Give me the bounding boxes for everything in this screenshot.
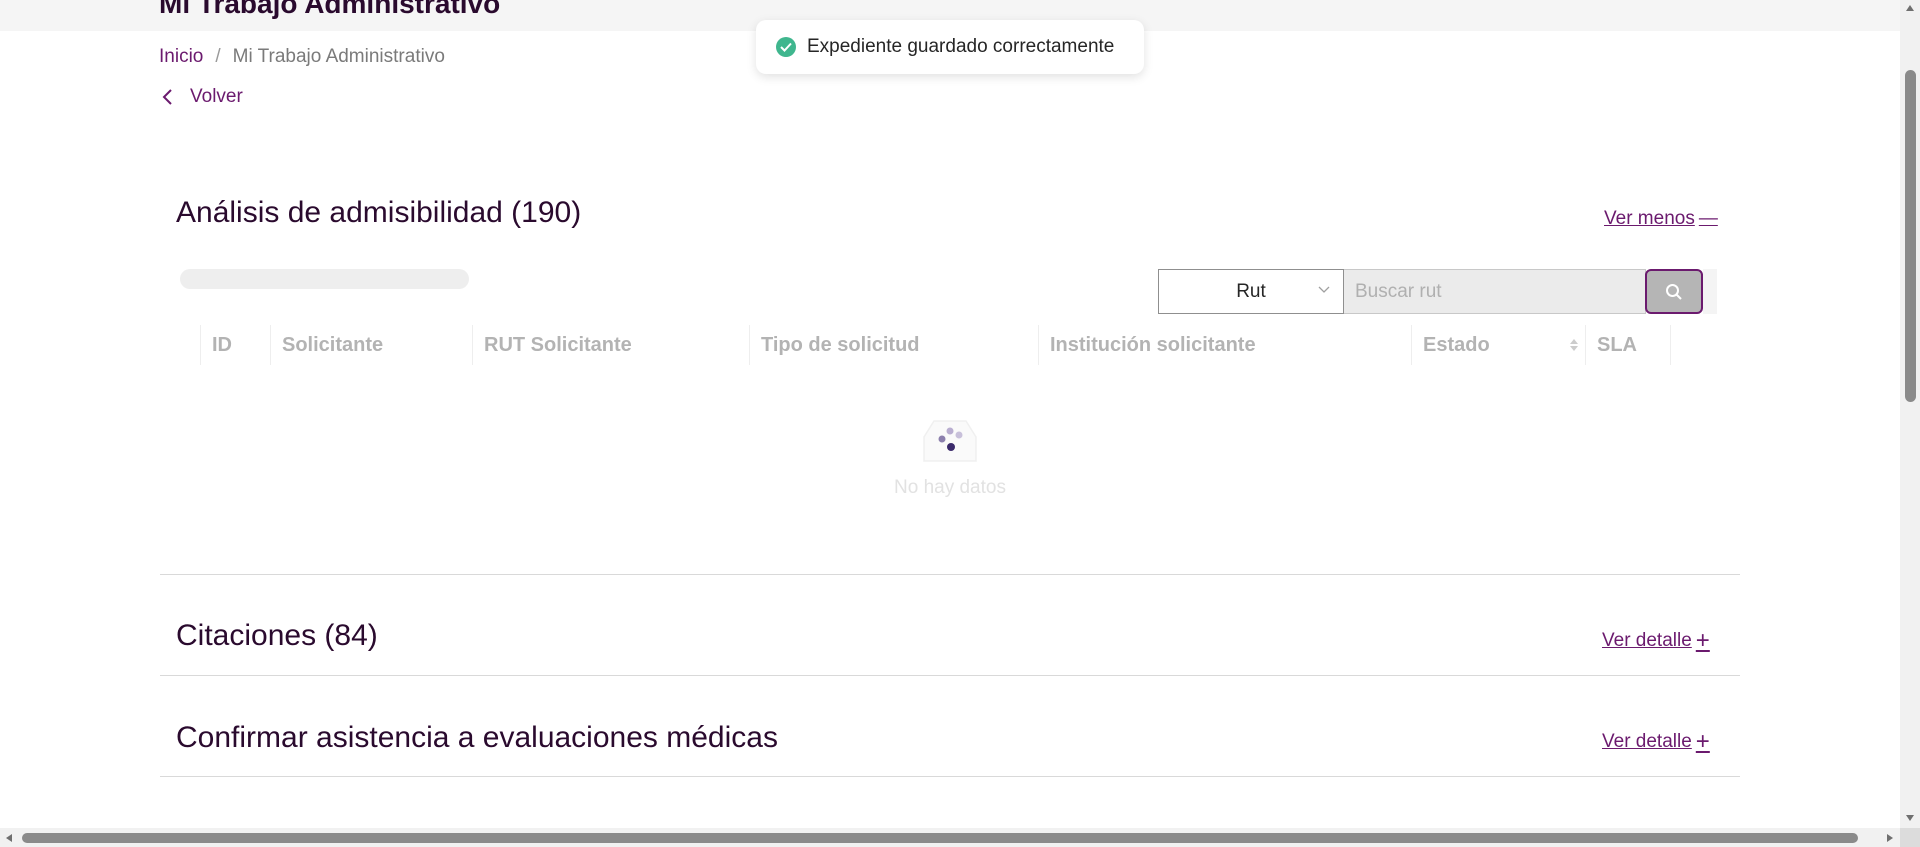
breadcrumb-current: Mi Trabajo Administrativo: [232, 46, 445, 67]
scroll-right-arrow-icon[interactable]: [1886, 833, 1894, 843]
empty-box-icon: [920, 415, 980, 465]
empty-text: No hay datos: [894, 477, 1006, 498]
column-header-tipo-solicitud[interactable]: Tipo de solicitud: [749, 325, 1038, 365]
sort-icon: [1570, 339, 1578, 351]
plus-icon: +: [1695, 627, 1710, 654]
back-label: Volver: [190, 86, 243, 107]
section-divider: [160, 675, 1740, 676]
toast-message: Expediente guardado correctamente: [807, 36, 1115, 57]
ver-detalle-confirmar-link[interactable]: Ver detalle +: [1602, 728, 1710, 756]
ver-detalle-label: Ver detalle: [1602, 630, 1692, 651]
breadcrumb: Inicio / Mi Trabajo Administrativo: [159, 46, 445, 68]
ver-detalle-label: Ver detalle: [1602, 731, 1692, 752]
chevron-down-icon: [1318, 286, 1330, 293]
loading-skeleton: [180, 269, 469, 289]
column-header-sla[interactable]: SLA: [1585, 325, 1671, 365]
horizontal-scroll-thumb[interactable]: [22, 833, 1858, 843]
section-title-confirmar-asistencia: Confirmar asistencia a evaluaciones médi…: [176, 721, 778, 754]
scroll-down-arrow-icon[interactable]: [1905, 814, 1915, 822]
scroll-up-arrow-icon[interactable]: [1905, 4, 1915, 12]
column-header-estado[interactable]: Estado: [1411, 325, 1585, 365]
page-title: Mi Trabajo Administrativo: [159, 0, 501, 19]
column-header-solicitante[interactable]: Solicitante: [270, 325, 472, 365]
ver-menos-link[interactable]: Ver menos —: [1604, 208, 1718, 230]
plus-icon: +: [1695, 728, 1710, 755]
chevron-left-icon: [162, 89, 172, 105]
section-title-admisibilidad: Análisis de admisibilidad (190): [176, 196, 582, 229]
back-link[interactable]: Volver: [160, 86, 243, 108]
select-value: Rut: [1236, 280, 1266, 302]
empty-state: No hay datos: [890, 415, 1010, 499]
column-header-estado-label: Estado: [1423, 333, 1490, 356]
search-input[interactable]: [1344, 269, 1646, 314]
rut-search-group: Rut: [1158, 269, 1717, 314]
section-divider: [160, 776, 1740, 777]
minus-icon: —: [1698, 208, 1718, 229]
search-button[interactable]: [1645, 269, 1703, 314]
horizontal-scrollbar[interactable]: [0, 828, 1900, 847]
ver-detalle-citaciones-link[interactable]: Ver detalle +: [1602, 627, 1710, 655]
scroll-left-arrow-icon[interactable]: [5, 833, 13, 843]
search-addon: [1703, 269, 1717, 314]
scrollbar-corner: [1900, 828, 1920, 847]
breadcrumb-separator: /: [215, 46, 221, 67]
search-icon: [1666, 283, 1682, 300]
vertical-scrollbar[interactable]: [1900, 0, 1920, 828]
loading-spinner-icon: [938, 427, 963, 451]
breadcrumb-home-link[interactable]: Inicio: [159, 46, 203, 68]
table-header: ID Solicitante RUT Solicitante Tipo de s…: [200, 325, 1684, 365]
column-header-institucion[interactable]: Institución solicitante: [1038, 325, 1411, 365]
column-header-rut-solicitante[interactable]: RUT Solicitante: [472, 325, 749, 365]
column-header-id[interactable]: ID: [200, 325, 270, 365]
section-title-citaciones: Citaciones (84): [176, 619, 378, 652]
ver-menos-label: Ver menos: [1604, 208, 1695, 229]
section-divider: [160, 574, 1740, 575]
check-circle-icon: [776, 37, 796, 57]
search-field-select[interactable]: Rut: [1158, 269, 1344, 314]
vertical-scroll-thumb[interactable]: [1905, 70, 1916, 402]
success-toast: Expediente guardado correctamente: [756, 20, 1144, 74]
